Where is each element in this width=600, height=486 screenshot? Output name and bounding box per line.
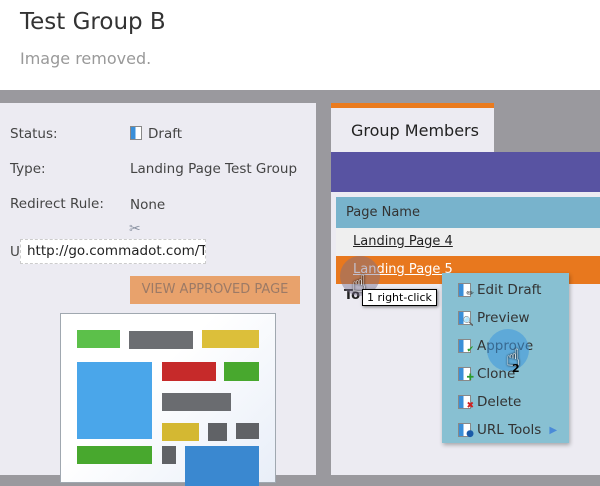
scissors-icon[interactable]: ✂ xyxy=(129,221,141,237)
draft-icon xyxy=(130,126,142,140)
type-value: Landing Page Test Group xyxy=(130,161,298,177)
delete-icon: ✖ xyxy=(458,395,474,411)
menu-item-url-tools[interactable]: ● URL Tools ▶ xyxy=(442,416,569,444)
page-subtitle: Image removed. xyxy=(20,49,152,68)
step-text: right-click xyxy=(377,291,432,304)
clone-icon: ✚ xyxy=(458,367,474,383)
toolbar-bar xyxy=(331,152,600,192)
type-label: Type: xyxy=(10,161,46,177)
redirect-value: None xyxy=(130,197,166,213)
status-value: Draft xyxy=(130,126,182,142)
menu-item-delete[interactable]: ✖ Delete xyxy=(442,388,569,416)
column-header-page-name[interactable]: Page Name xyxy=(336,197,600,228)
menu-label: Preview xyxy=(477,310,530,326)
redirect-label: Redirect Rule: xyxy=(10,196,104,212)
view-approved-page-button[interactable]: VIEW APPROVED PAGE xyxy=(130,276,300,304)
page-header: Test Group B Image removed. xyxy=(0,0,600,90)
step-number: 1 xyxy=(367,291,374,304)
info-icon: ● xyxy=(458,423,474,439)
menu-item-edit-draft[interactable]: ✏ Edit Draft xyxy=(442,276,569,304)
tab-group-members[interactable]: Group Members xyxy=(331,103,494,152)
menu-label: Delete xyxy=(477,394,522,410)
approve-icon: ✔ xyxy=(458,339,474,355)
preview-icon: 🔍 xyxy=(458,311,474,327)
url-field[interactable]: http://go.commadot.com/T xyxy=(20,239,206,264)
menu-label: URL Tools xyxy=(477,422,542,438)
menu-item-preview[interactable]: 🔍 Preview xyxy=(442,304,569,332)
landing-page-link[interactable]: Landing Page 4 xyxy=(353,234,453,249)
status-text: Draft xyxy=(148,126,183,142)
edit-icon: ✏ xyxy=(458,283,474,299)
table-row[interactable]: Landing Page 4 xyxy=(336,228,600,256)
menu-label: Edit Draft xyxy=(477,282,542,298)
step-2-number: 2 xyxy=(512,362,520,375)
submenu-arrow-icon: ▶ xyxy=(549,424,558,436)
page-title: Test Group B xyxy=(20,9,166,35)
url-label: U xyxy=(10,244,20,260)
status-label: Status: xyxy=(10,126,58,142)
page-thumbnail xyxy=(60,313,276,486)
step-1-badge: 1 right-click xyxy=(362,289,437,306)
